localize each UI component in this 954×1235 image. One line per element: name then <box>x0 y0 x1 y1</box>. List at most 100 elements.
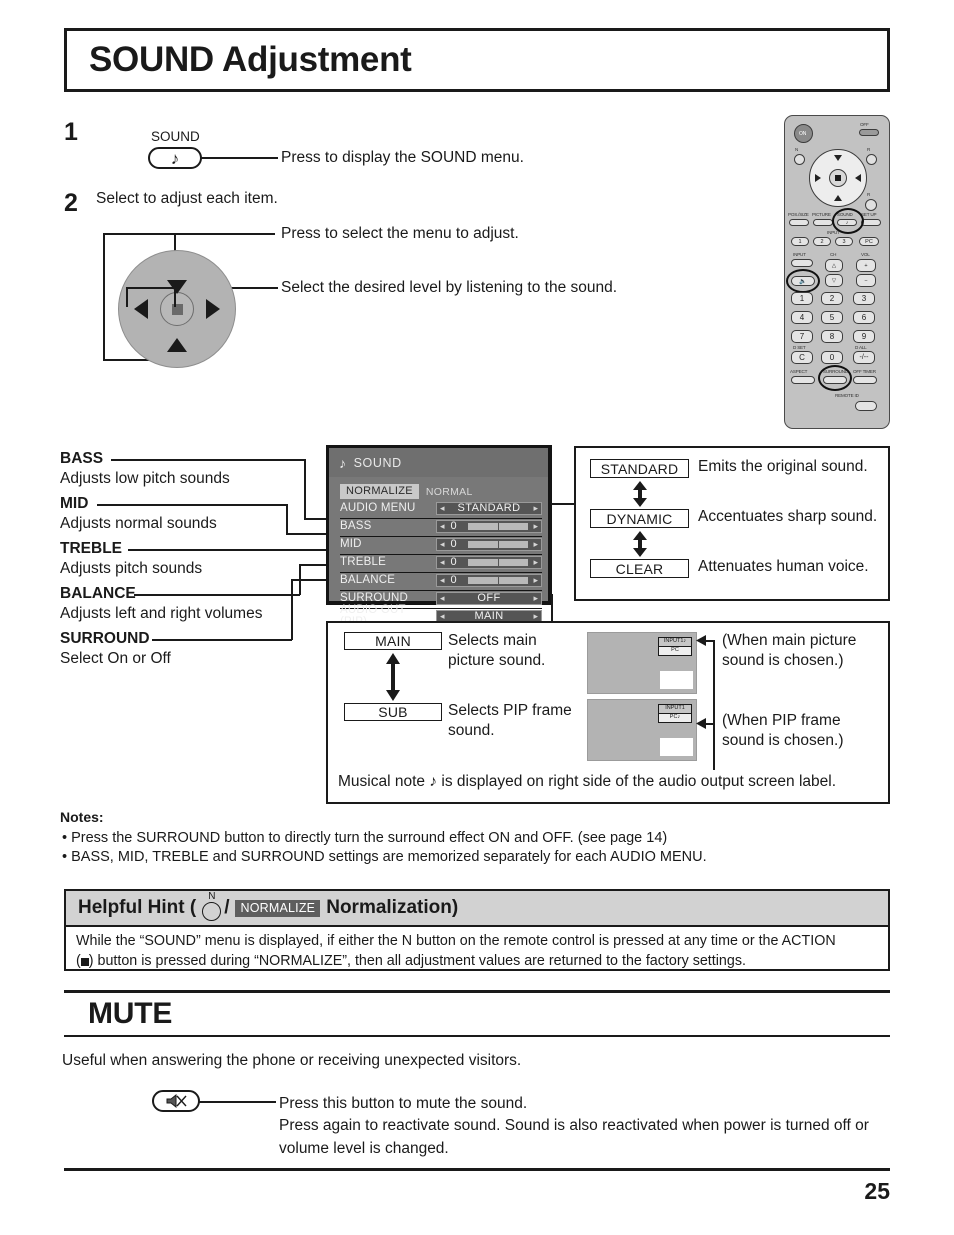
mute-button[interactable] <box>152 1090 200 1112</box>
osd-control-balance[interactable]: ◂ 0 ▸ <box>436 574 542 588</box>
option-box-dynamic[interactable]: DYNAMIC <box>590 509 689 528</box>
chevron-right-icon[interactable]: ▸ <box>530 576 541 585</box>
remote-key-4[interactable]: 4 <box>791 311 813 324</box>
chevron-left-icon[interactable]: ◂ <box>437 612 448 621</box>
remote-input1-button[interactable]: 1 <box>791 237 809 246</box>
helpful-hint-body: While the “SOUND” menu is displayed, if … <box>66 927 888 971</box>
remote-inputpc-button[interactable]: PC <box>859 237 879 246</box>
osd-slider-treble[interactable] <box>467 558 529 568</box>
remote-key-dash[interactable]: -/-- <box>853 351 875 364</box>
osd-normalize-badge[interactable]: NORMALIZE <box>340 484 419 499</box>
chevron-left-icon[interactable]: ◂ <box>437 540 448 549</box>
osd-label-bass: BASS <box>340 520 372 532</box>
remote-input2-button[interactable]: 2 <box>813 237 831 246</box>
osd-label-audio-menu: AUDIO MENU <box>340 502 416 514</box>
chevron-left-icon[interactable]: ◂ <box>437 522 448 531</box>
option-box-main[interactable]: MAIN <box>344 632 442 650</box>
connector-mid-v <box>286 504 288 534</box>
remote-input-button[interactable] <box>791 259 813 267</box>
option-desc-sub: Selects PIP frame sound. <box>448 701 572 742</box>
osd-control-audio-menu[interactable]: ◂ STANDARD ▸ <box>436 502 542 516</box>
chevron-right-icon[interactable]: ▸ <box>530 558 541 567</box>
osd-label-treble: TREBLE <box>340 556 386 568</box>
chevron-right-icon[interactable]: ▸ <box>530 612 541 621</box>
navigation-disc[interactable] <box>118 250 236 368</box>
remote-setup-button[interactable] <box>861 219 881 226</box>
remote-ch-up-button[interactable]: △ <box>825 259 843 272</box>
remote-id-label: REMOTE ID <box>835 393 859 398</box>
connector-balance-h <box>134 594 300 596</box>
sound-button[interactable]: ♪ <box>148 147 202 169</box>
osd-value-treble: 0 <box>450 556 458 569</box>
pip-osd-line1-main: INPUT1♪ <box>659 638 691 646</box>
sound-button-caption: SOUND <box>151 129 200 144</box>
remote-key-9[interactable]: 9 <box>853 330 875 343</box>
chevron-right-icon[interactable]: ▸ <box>530 540 541 549</box>
item-desc-treble: Adjusts pitch sounds <box>60 560 203 577</box>
connector-audio-menu-panel <box>551 503 575 505</box>
n-button-letter: N <box>208 890 216 902</box>
chevron-left-icon[interactable]: ◂ <box>437 576 448 585</box>
mute-rule-bottom <box>64 1035 890 1037</box>
chevron-left-icon[interactable]: ◂ <box>437 558 448 567</box>
remote-power-off-button[interactable] <box>859 129 879 136</box>
option-box-sub[interactable]: SUB <box>344 703 442 721</box>
remote-key-1[interactable]: 1 <box>791 292 813 305</box>
remote-ch-down-button[interactable]: ▽ <box>825 274 843 287</box>
remote-key-0[interactable]: 0 <box>821 351 843 364</box>
note-item-1: • Press the SURROUND button to directly … <box>62 830 668 846</box>
option-box-standard[interactable]: STANDARD <box>590 459 689 478</box>
osd-row-balance[interactable]: BALANCE ◂ 0 ▸ <box>340 573 542 589</box>
chevron-right-icon[interactable]: ▸ <box>530 522 541 531</box>
hint-body-line2: () button is pressed during “NORMALIZE”,… <box>76 952 878 972</box>
pip-osd-label-sub: INPUT1 PC♪ <box>658 704 692 723</box>
remote-key-c[interactable]: C <box>791 351 813 364</box>
osd-row-mid[interactable]: MID ◂ 0 ▸ <box>340 537 542 553</box>
osd-control-bass[interactable]: ◂ 0 ▸ <box>436 520 542 534</box>
remote-picture-button[interactable] <box>813 219 833 226</box>
chevron-right-icon[interactable]: ▸ <box>530 504 541 513</box>
remote-pos-size-button[interactable] <box>789 219 809 226</box>
chevron-right-icon[interactable]: ▸ <box>530 594 541 603</box>
osd-row-bass[interactable]: BASS ◂ 0 ▸ <box>340 519 542 535</box>
chevron-left-icon[interactable]: ◂ <box>437 594 448 603</box>
remote-key-7[interactable]: 7 <box>791 330 813 343</box>
osd-slider-balance[interactable] <box>467 576 529 586</box>
osd-control-surround[interactable]: ◂ OFF ▸ <box>436 592 542 606</box>
remote-offtimer-button[interactable] <box>853 376 877 384</box>
remote-key-3[interactable]: 3 <box>853 292 875 305</box>
remote-key-8[interactable]: 8 <box>821 330 843 343</box>
connector-mid-h <box>97 504 287 506</box>
remote-key-6[interactable]: 6 <box>853 311 875 324</box>
step-1-text: Press to display the SOUND menu. <box>281 149 524 166</box>
osd-value-bass: 0 <box>450 520 458 533</box>
osd-row-audio-menu[interactable]: AUDIO MENU ◂ STANDARD ▸ <box>340 501 542 517</box>
option-box-clear[interactable]: CLEAR <box>590 559 689 578</box>
osd-control-mid[interactable]: ◂ 0 ▸ <box>436 538 542 552</box>
connector-bass-v <box>304 459 306 519</box>
osd-slider-mid[interactable] <box>467 540 529 550</box>
remote-surround-highlight <box>818 365 852 391</box>
chevron-left-icon[interactable]: ◂ <box>437 504 448 513</box>
mute-speaker-icon <box>166 1094 187 1108</box>
remote-input3-button[interactable]: 3 <box>835 237 853 246</box>
remote-key-2[interactable]: 2 <box>821 292 843 305</box>
osd-normalize-row[interactable]: NORMALIZE NORMAL <box>340 484 548 499</box>
option-desc-clear: Attenuates human voice. <box>698 558 869 575</box>
remote-key-5[interactable]: 5 <box>821 311 843 324</box>
osd-control-treble[interactable]: ◂ 0 ▸ <box>436 556 542 570</box>
remote-aspect-button[interactable] <box>791 376 815 384</box>
osd-row-treble[interactable]: TREBLE ◂ 0 ▸ <box>340 555 542 571</box>
remote-id-switch[interactable] <box>855 401 877 411</box>
remote-vol-up-button[interactable]: + <box>856 259 876 272</box>
remote-key-3-label: 3 <box>861 294 867 303</box>
remote-n-button[interactable] <box>794 154 805 165</box>
hint-prefix: Helpful Hint ( <box>78 897 197 918</box>
remote-dall-label: D ALL <box>855 345 867 350</box>
osd-slider-bass[interactable] <box>467 522 529 532</box>
remote-key-5-label: 5 <box>829 313 835 322</box>
remote-r-top-button[interactable] <box>866 154 877 165</box>
mute-rule-top <box>64 990 890 993</box>
remote-vol-down-button[interactable]: − <box>856 274 876 287</box>
remote-r-top-label: R <box>867 147 871 152</box>
